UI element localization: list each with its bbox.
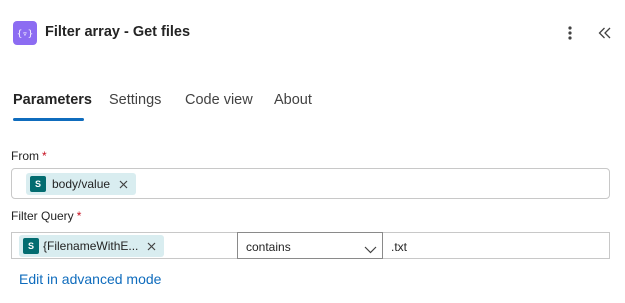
filter-query-label-text: Filter Query bbox=[11, 209, 74, 223]
more-options-icon[interactable] bbox=[560, 22, 580, 44]
filter-array-icon: {▿} bbox=[13, 21, 37, 45]
tab-settings[interactable]: Settings bbox=[109, 92, 161, 108]
active-tab-indicator bbox=[13, 118, 84, 121]
collapse-panel-icon[interactable] bbox=[594, 22, 616, 44]
from-token[interactable]: S body/value bbox=[26, 173, 137, 195]
tab-about[interactable]: About bbox=[274, 92, 312, 108]
remove-token-icon[interactable] bbox=[118, 179, 128, 189]
sharepoint-icon: S bbox=[30, 176, 46, 192]
from-input[interactable]: S body/value bbox=[11, 168, 610, 199]
filter-query-label: Filter Query * bbox=[11, 209, 81, 223]
filter-left-token-label: {FilenameWithE... bbox=[43, 239, 139, 253]
filter-operator-value: contains bbox=[246, 240, 291, 254]
required-marker: * bbox=[42, 149, 47, 163]
edit-advanced-mode-link[interactable]: Edit in advanced mode bbox=[19, 271, 161, 287]
action-header: {▿} Filter array - Get files bbox=[0, 0, 625, 66]
tab-parameters[interactable]: Parameters bbox=[13, 92, 92, 108]
action-title: Filter array - Get files bbox=[45, 24, 191, 40]
chevron-down-icon bbox=[364, 241, 377, 259]
svg-text:{▿}: {▿} bbox=[17, 30, 33, 40]
filter-left-operand-input[interactable]: S {FilenameWithE... bbox=[11, 232, 237, 259]
filter-operator-dropdown[interactable]: contains bbox=[237, 232, 383, 259]
required-marker: * bbox=[76, 209, 82, 223]
filter-left-token[interactable]: S {FilenameWithE... bbox=[19, 235, 164, 257]
from-label: From * bbox=[11, 149, 47, 163]
filter-right-operand-input[interactable]: .txt bbox=[383, 232, 610, 259]
tab-list: Parameters Settings Code view About bbox=[0, 88, 625, 124]
sharepoint-icon: S bbox=[23, 238, 39, 254]
from-token-label: body/value bbox=[52, 177, 111, 191]
tab-code-view[interactable]: Code view bbox=[185, 92, 253, 108]
filter-right-operand-value: .txt bbox=[391, 240, 408, 254]
from-label-text: From bbox=[11, 149, 39, 163]
remove-token-icon[interactable] bbox=[146, 241, 156, 251]
